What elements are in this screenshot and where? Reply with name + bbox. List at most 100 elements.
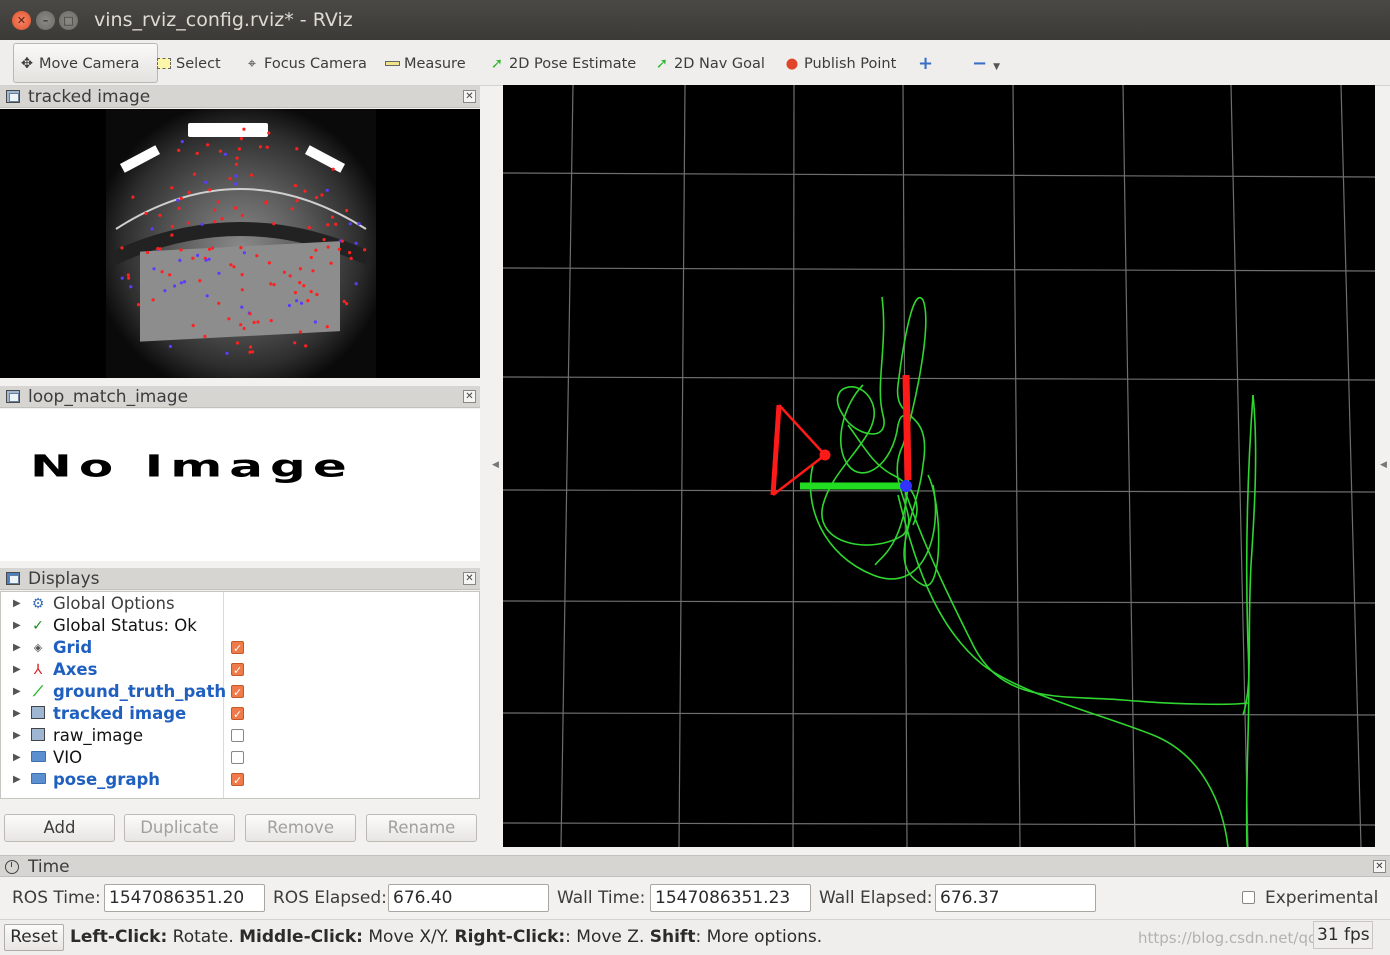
expand-arrow-icon[interactable]: ▶ [13, 593, 21, 615]
display-enabled-checkbox[interactable] [231, 751, 244, 764]
expand-arrow-icon[interactable]: ▶ [13, 637, 21, 659]
add-tool-button[interactable]: + [918, 53, 933, 75]
feature-point [354, 282, 358, 286]
loop-match-close-button[interactable]: ✕ [463, 390, 476, 403]
feature-point [152, 267, 156, 271]
add-display-button[interactable]: Add [4, 814, 115, 842]
feature-point [232, 265, 236, 269]
feature-point [136, 303, 141, 307]
loop-match-panel-header: loop_match_image ✕ [0, 386, 480, 408]
window-close-button[interactable]: ✕ [12, 11, 31, 30]
expand-arrow-icon[interactable]: ▶ [13, 659, 21, 681]
move-camera-tool[interactable]: ✥ Move Camera [13, 43, 159, 83]
feature-point [236, 341, 240, 345]
display-item-ground-truth-path[interactable]: ▶ ⟋ ground_truth_path [1, 681, 479, 704]
expand-arrow-icon[interactable]: ▶ [13, 615, 21, 637]
time-panel-header: Time ✕ [0, 855, 1390, 877]
time-panel-close-button[interactable]: ✕ [1373, 860, 1386, 873]
feature-point [288, 274, 292, 278]
expand-arrow-icon[interactable]: ▶ [13, 703, 21, 725]
display-item-pose-graph[interactable]: ▶ pose_graph [1, 769, 479, 792]
display-enabled-checkbox[interactable] [231, 682, 244, 704]
display-item-label: tracked image [53, 704, 187, 723]
feature-point [251, 350, 255, 354]
window-maximize-button[interactable]: □ [59, 11, 78, 30]
main-toolbar: ✥ Move Camera Select ⌖ Focus Camera Measur… [0, 40, 1390, 86]
ros-time-field[interactable]: 1547086351.20 [104, 884, 265, 912]
wall-time-label: Wall Time: [557, 888, 646, 908]
window-minimize-button[interactable]: – [36, 11, 55, 30]
display-item-label: Global Status: Ok [53, 616, 197, 635]
feature-point [264, 200, 269, 204]
feature-point [168, 273, 172, 277]
feature-point [213, 220, 217, 224]
measure-tool[interactable]: Measure [383, 53, 466, 75]
display-enabled-checkbox[interactable] [231, 770, 244, 792]
feature-point [204, 258, 208, 262]
remove-display-button[interactable]: Remove [245, 814, 356, 842]
display-enabled-checkbox[interactable] [231, 729, 244, 742]
expand-arrow-icon[interactable]: ▶ [13, 747, 21, 769]
camera-frustum [770, 404, 831, 496]
move-camera-label: Move Camera [39, 56, 140, 72]
axes-icon: ⅄ [33, 662, 43, 678]
feature-point [293, 291, 297, 295]
display-item-vio[interactable]: ▶ VIO [1, 747, 479, 769]
expand-arrow-icon[interactable]: ▶ [13, 681, 21, 703]
feature-point [198, 279, 202, 283]
display-item-label: Axes [53, 660, 98, 679]
publish-point-tool[interactable]: ● Publish Point [783, 53, 897, 75]
expand-arrow-icon[interactable]: ▶ [13, 725, 21, 747]
feature-point [144, 211, 148, 216]
feature-point [239, 323, 243, 327]
display-enabled-checkbox[interactable] [231, 638, 244, 660]
focus-camera-icon: ⌖ [247, 56, 257, 72]
reset-button[interactable]: Reset [4, 924, 64, 951]
feature-point [229, 263, 233, 267]
feature-point [242, 251, 246, 255]
feature-point [314, 248, 318, 252]
experimental-checkbox[interactable] [1242, 891, 1255, 904]
focus-camera-tool[interactable]: ⌖ Focus Camera [243, 53, 367, 75]
display-item-grid[interactable]: ▶ ◈ Grid [1, 637, 479, 660]
display-item-axes[interactable]: ▶ ⅄ Axes [1, 659, 479, 682]
focus-camera-label: Focus Camera [264, 56, 367, 72]
displays-close-button[interactable]: ✕ [463, 572, 476, 585]
feature-point [233, 206, 238, 210]
image-icon [6, 90, 20, 103]
wall-time-field[interactable]: 1547086351.23 [650, 884, 811, 912]
left-splitter-handle[interactable]: ◀ [492, 460, 499, 470]
feature-point [287, 303, 291, 308]
display-enabled-checkbox[interactable] [231, 704, 244, 726]
feature-point [330, 215, 335, 219]
nav-goal-tool[interactable]: ➚ 2D Nav Goal [653, 53, 765, 75]
feature-point [295, 199, 299, 203]
feature-point [342, 299, 346, 303]
feature-point [235, 156, 239, 160]
wall-elapsed-field[interactable]: 676.37 [935, 884, 1096, 912]
rename-display-button[interactable]: Rename [366, 814, 477, 842]
feature-point [320, 193, 324, 197]
feature-point [228, 177, 232, 181]
duplicate-display-button[interactable]: Duplicate [124, 814, 235, 842]
display-item-raw-image[interactable]: ▶ raw_image [1, 725, 479, 747]
select-tool[interactable]: Select [155, 53, 221, 75]
render-3d-canvas[interactable] [502, 84, 1376, 848]
feature-point [187, 190, 191, 195]
render-3d-view[interactable] [502, 84, 1376, 848]
pose-estimate-tool[interactable]: ➚ 2D Pose Estimate [488, 53, 636, 75]
display-item-global-status[interactable]: ▶ ✓ Global Status: Ok [1, 615, 479, 637]
right-splitter-handle[interactable]: ◀ [1380, 460, 1387, 470]
display-item-tracked-image[interactable]: ▶ tracked image [1, 703, 479, 726]
ros-elapsed-field[interactable]: 676.40 [388, 884, 549, 912]
feature-point [186, 221, 190, 225]
display-item-global-options[interactable]: ▶ ⚙ Global Options [1, 593, 479, 615]
feature-point [334, 222, 338, 226]
feature-point [309, 255, 313, 260]
expand-arrow-icon[interactable]: ▶ [13, 769, 21, 791]
display-enabled-checkbox[interactable] [231, 660, 244, 682]
feature-point [240, 213, 244, 217]
tracked-image-close-button[interactable]: ✕ [463, 90, 476, 103]
remove-tool-button[interactable]: − ▼ [972, 53, 1000, 75]
grid-icon: ◈ [33, 641, 43, 654]
